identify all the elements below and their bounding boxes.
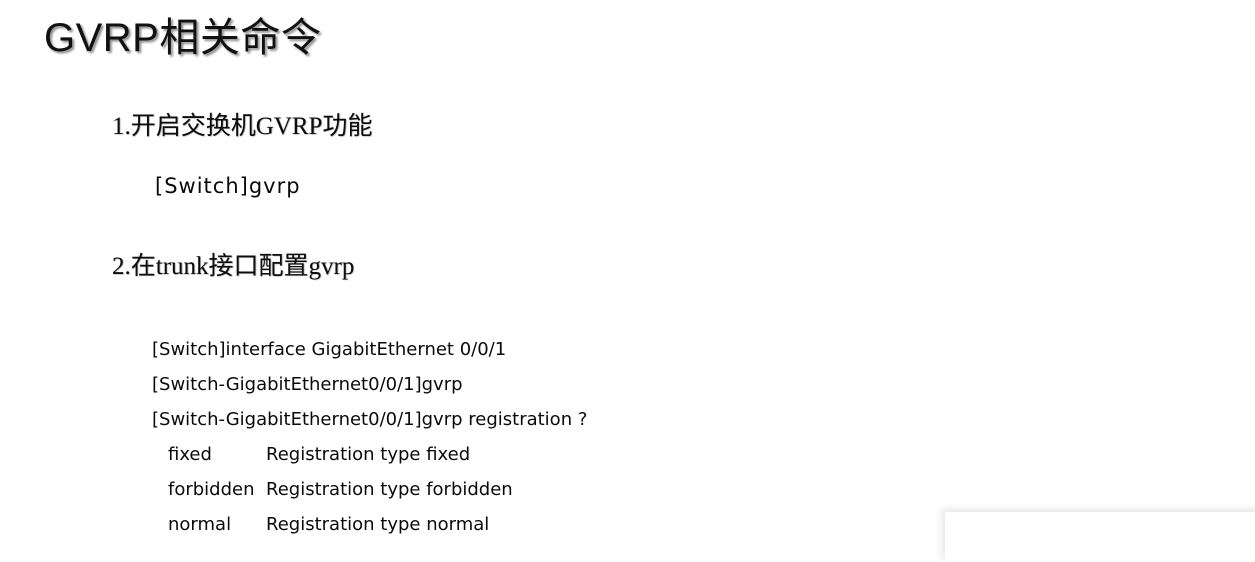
command-line: [Switch-GigabitEthernet0/0/1]gvrp regist… [152, 409, 588, 430]
registration-option-row: forbidden Registration type forbidden [168, 472, 513, 507]
section-2-heading: 2.在trunk接口配置gvrp [112, 253, 355, 280]
registration-option-description: Registration type normal [266, 514, 490, 535]
section-1-heading: 1.开启交换机GVRP功能 [112, 113, 373, 140]
registration-option-description: Registration type fixed [266, 444, 471, 465]
registration-options-list: fixed Registration type fixed forbidden … [168, 437, 513, 542]
section-2-command-block: [Switch]interface GigabitEthernet 0/0/1 … [152, 332, 587, 437]
registration-option-key: fixed [168, 444, 212, 465]
registration-option-key: forbidden [168, 479, 255, 500]
right-content-column: 3.查看命令 display gvrp status 验证GVRP的配置，可以查… [640, 0, 1255, 549]
registration-option-row: normal Registration type normal [168, 507, 513, 542]
left-content-column: 1.开启交换机GVRP功能 [Switch]gvrp 2.在trunk接口配置g… [0, 0, 640, 549]
corner-overlay-panel [945, 512, 1255, 562]
section-1-command: [Switch]gvrp [155, 174, 301, 198]
registration-option-description: Registration type forbidden [266, 479, 513, 500]
registration-option-row: fixed Registration type fixed [168, 437, 513, 472]
command-line: [Switch-GigabitEthernet0/0/1]gvrp [152, 374, 463, 395]
command-line: [Switch]interface GigabitEthernet 0/0/1 [152, 339, 507, 360]
registration-option-key: normal [168, 514, 232, 535]
